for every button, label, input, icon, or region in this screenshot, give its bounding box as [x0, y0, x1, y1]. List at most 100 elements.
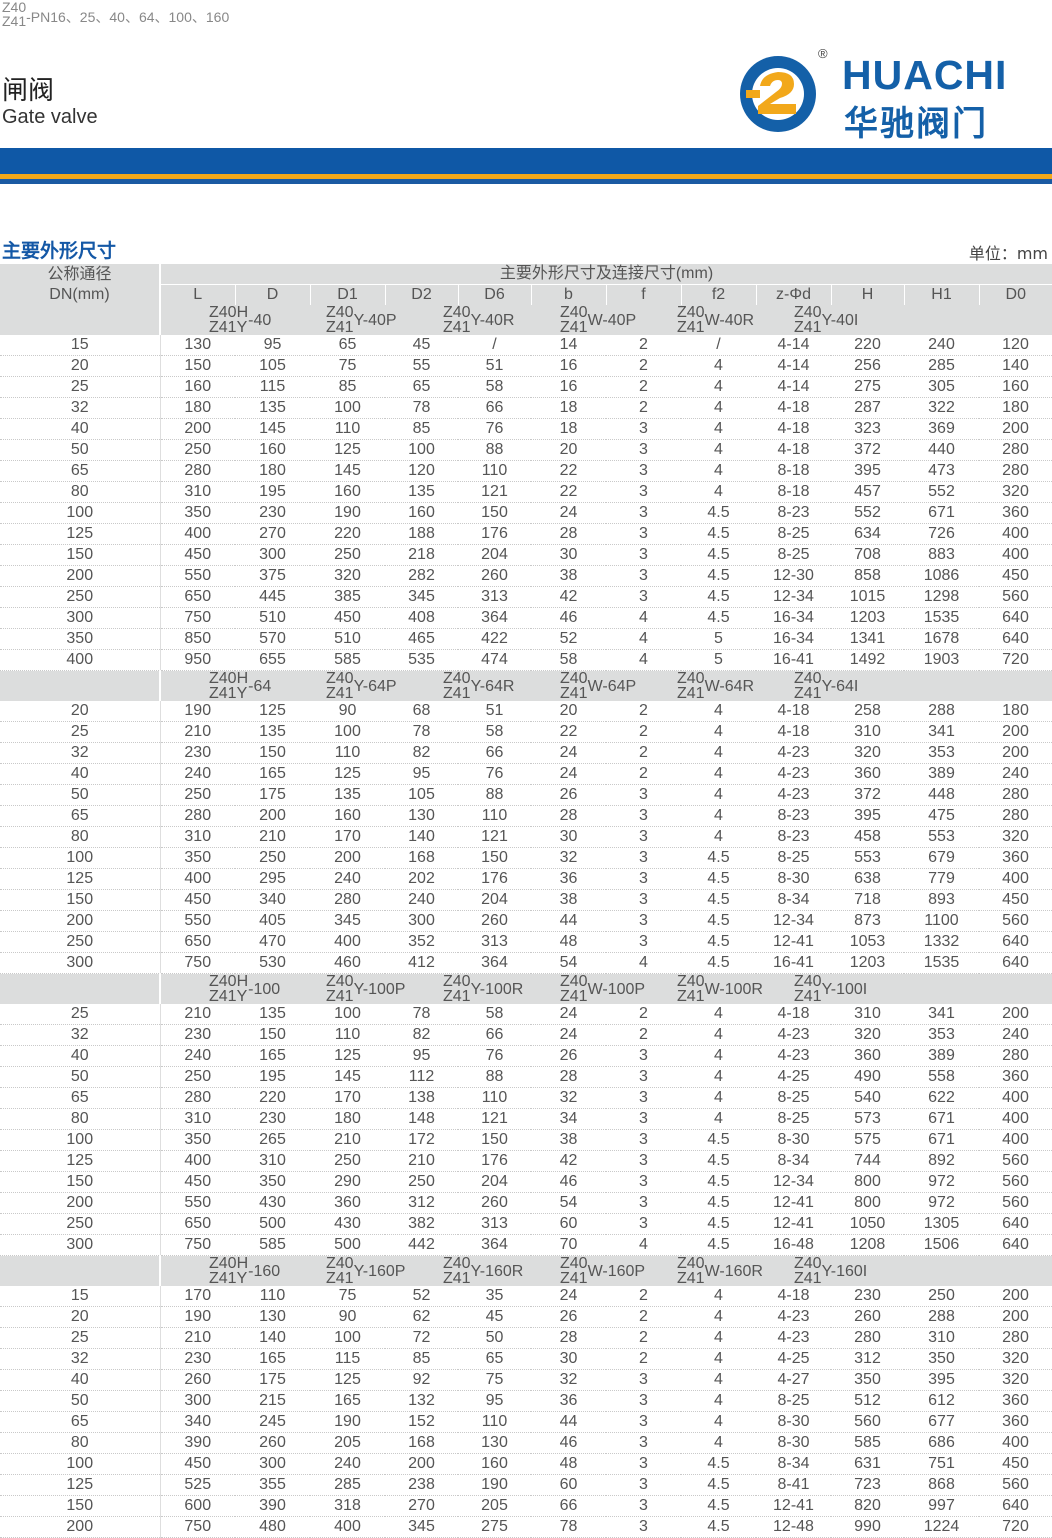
model-code-suffix: W-64P — [587, 677, 637, 695]
value-cell: 4 — [681, 784, 756, 806]
value-cell: 2 — [606, 1004, 681, 1025]
table-row: 100 350 250 200 168 150 32 3 4.5 8-25 553 679 360 — [0, 847, 1052, 869]
value-cell: 395 — [831, 805, 904, 827]
model-code-prefix: Z40 Z41 — [677, 305, 705, 335]
value-cell: 168 — [385, 847, 458, 869]
value-cell: 4-18 — [756, 397, 831, 419]
value-cell: 305 — [904, 376, 979, 398]
value-cell: 12-41 — [756, 1213, 831, 1235]
value-cell: 285 — [310, 1474, 385, 1496]
value-cell: 631 — [831, 1453, 904, 1475]
value-cell: 708 — [831, 544, 904, 566]
model-code: Z40 Z41W-100R — [677, 974, 794, 1005]
value-cell: 202 — [385, 868, 458, 890]
value-cell: 4 — [681, 805, 756, 827]
value-cell: 2 — [606, 1306, 681, 1328]
value-cell: 350 — [831, 1369, 904, 1391]
table-row: 150 600 390 318 270 205 66 3 4.5 12-41 820 997 640 — [0, 1495, 1052, 1517]
model-code-suffix: -64 — [248, 677, 272, 695]
value-cell: 800 — [831, 1171, 904, 1193]
value-cell: 256 — [831, 355, 904, 377]
value-cell: 110 — [458, 1087, 531, 1109]
value-cell: 150 — [458, 502, 531, 524]
value-cell: 4 — [681, 376, 756, 398]
model-code-bottom: Z41 — [443, 685, 471, 702]
value-cell: 972 — [904, 1171, 979, 1193]
model-code-bottom: Z41Y — [209, 685, 248, 702]
dn-cell: 32 — [0, 397, 161, 419]
value-cell: 52 — [531, 628, 606, 650]
value-cell: 24 — [531, 1024, 606, 1046]
value-cell: 55 — [385, 355, 458, 377]
dn-cell: 32 — [0, 742, 161, 764]
dn-cell: 15 — [0, 335, 161, 356]
dn-cell: 80 — [0, 1108, 161, 1130]
value-cell: 100 — [310, 397, 385, 419]
dn-cell: 50 — [0, 784, 161, 806]
value-cell: 677 — [904, 1411, 979, 1433]
model-code: Z40 Z41Y-100R — [443, 974, 560, 1005]
value-cell: 90 — [310, 1306, 385, 1328]
value-cell: 8-34 — [756, 1150, 831, 1172]
value-cell: 350 — [160, 1129, 235, 1151]
value-cell: 125 — [310, 1045, 385, 1067]
model-code: Z40 Z41Y-40R — [443, 305, 560, 335]
table-row: 50 250 195 145 112 88 28 3 4 4-25 490 558 360 — [0, 1066, 1052, 1088]
value-cell: 395 — [831, 460, 904, 482]
model-code-prefix: Z40 Z41 — [560, 671, 588, 702]
value-cell: 4 — [681, 1087, 756, 1109]
model-code: Z40 Z41Y-40I — [794, 305, 911, 335]
value-cell: 352 — [385, 931, 458, 953]
value-cell: 458 — [831, 826, 904, 848]
value-cell: 75 — [310, 1286, 385, 1307]
value-cell: 4.5 — [681, 586, 756, 608]
table-row: 20 190 130 90 62 45 26 2 4 4-23 260 288 200 — [0, 1306, 1052, 1328]
value-cell: 44 — [531, 1411, 606, 1433]
value-cell: 4 — [681, 1327, 756, 1349]
model-code: Z40 Z41Y-64I — [794, 671, 911, 702]
value-cell: 310 — [160, 1108, 235, 1130]
table-row: 65 280 180 145 120 110 22 3 4 8-18 395 473 280 — [0, 460, 1052, 482]
model-code-bottom: Z41 — [677, 988, 705, 1005]
value-cell: 4.5 — [681, 868, 756, 890]
value-cell: 364 — [458, 607, 531, 629]
model-code-suffix: Y-64R — [470, 677, 515, 695]
value-cell: 560 — [979, 586, 1052, 608]
value-cell: 250 — [235, 847, 310, 869]
model-code-prefix: Z40 Z41 — [794, 671, 822, 702]
value-cell: 125 — [310, 439, 385, 461]
value-cell: 280 — [979, 1327, 1052, 1349]
value-cell: 12-34 — [756, 586, 831, 608]
value-cell: 66 — [458, 397, 531, 419]
table-row: 300 750 585 500 442 364 70 4 4.5 16-48 1208 1506 640 — [0, 1234, 1052, 1256]
dn-cell: 250 — [0, 1213, 161, 1235]
model-code-bottom: Z41 — [326, 988, 354, 1005]
value-cell: 350 — [160, 502, 235, 524]
dn-cell: 150 — [0, 544, 161, 566]
column-header: H1 — [904, 284, 980, 305]
table-row: 200 550 405 345 300 260 44 3 4.5 12-34 873 1100 560 — [0, 910, 1052, 932]
value-cell: 165 — [235, 763, 310, 785]
value-cell: 140 — [235, 1327, 310, 1349]
value-cell: 751 — [904, 1453, 979, 1475]
value-cell: 312 — [831, 1348, 904, 1370]
value-cell: 35 — [458, 1286, 531, 1307]
value-cell: 12-41 — [756, 1192, 831, 1214]
value-cell: 3 — [606, 523, 681, 545]
value-cell: 318 — [310, 1495, 385, 1517]
value-cell: 8-41 — [756, 1474, 831, 1496]
value-cell: 120 — [385, 460, 458, 482]
value-cell: 110 — [310, 1024, 385, 1046]
model-code: Z40 Z41Y-100P — [326, 974, 443, 1005]
model-code-prefix: Z40 Z41 — [326, 974, 354, 1005]
dn-cell: 350 — [0, 628, 161, 650]
value-cell: 3 — [606, 847, 681, 869]
column-header: L — [160, 284, 236, 305]
model-code-suffix: W-160R — [704, 1262, 763, 1280]
value-cell: 42 — [531, 586, 606, 608]
value-cell: 3 — [606, 565, 681, 587]
model-code: Z40 Z41W-160R — [677, 1256, 794, 1287]
model-code-bottom: Z41Y — [209, 1270, 248, 1287]
value-cell: 260 — [458, 910, 531, 932]
value-cell: 560 — [979, 1150, 1052, 1172]
